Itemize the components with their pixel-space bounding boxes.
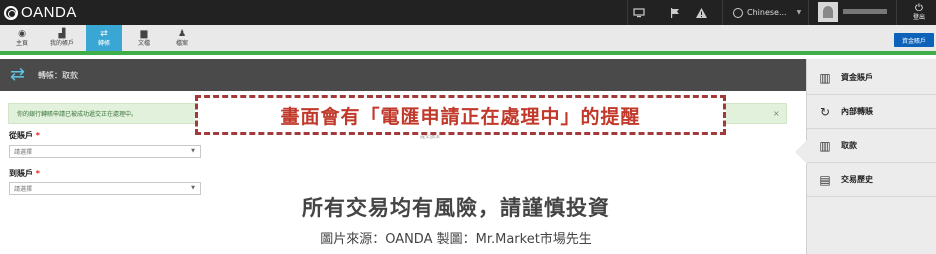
- annotation-callout: 畫面會有「電匯申請正在處理中」的提醒: [195, 95, 726, 135]
- nav-item-home[interactable]: ◉ 主頁: [4, 25, 40, 51]
- withdraw-icon: ▥: [819, 138, 831, 153]
- globe-icon: [733, 7, 743, 18]
- select-placeholder: 請選擇: [14, 186, 33, 193]
- sidebar-item-internal-transfer[interactable]: ↻ 內部轉賬: [807, 95, 936, 129]
- bar-chart-icon: ▟: [58, 28, 66, 39]
- document-icon: ▆: [140, 28, 148, 39]
- chevron-down-icon: ▼: [191, 148, 195, 154]
- label-text: 從賬戶: [9, 131, 33, 140]
- sidebar-item-label: 資金賬戶: [841, 73, 873, 82]
- fund-account-button[interactable]: 資金賬戶: [894, 33, 934, 47]
- caption-main: 所有交易均有風險，請謹慎投資: [302, 196, 610, 220]
- divider: [808, 0, 809, 25]
- logo-text: OANDA: [21, 4, 77, 21]
- nav-label: 我的帳戶: [49, 39, 74, 47]
- chevron-down-icon: ▼: [796, 9, 802, 16]
- nav-item-documents[interactable]: ▆ 文檔: [126, 25, 162, 51]
- flag-icon[interactable]: [666, 0, 684, 25]
- transfer-icon: ⇄: [10, 64, 26, 85]
- nav-label: 轉帳: [97, 39, 110, 47]
- top-bar: OANDA Chinese... ▼ ⏻ 登出: [0, 0, 936, 25]
- nav-item-profile[interactable]: ♟ 檔案: [164, 25, 200, 51]
- required-mark: *: [35, 131, 40, 140]
- history-icon: ▤: [819, 172, 831, 187]
- close-icon[interactable]: ×: [773, 103, 780, 124]
- sidebar-item-label: 內部轉賬: [841, 107, 873, 116]
- callout-text: 畫面會有「電匯申請正在處理中」的提醒: [280, 105, 641, 128]
- to-account-label: 到賬戶 *: [9, 168, 40, 179]
- required-mark: *: [35, 169, 40, 178]
- active-indicator: [795, 140, 807, 164]
- profile-icon: ♟: [177, 28, 187, 39]
- from-account-label: 從賬戶 *: [9, 130, 40, 141]
- sidebar-item-label: 取款: [841, 141, 857, 150]
- alert-message: 你的銀行轉賬申請已被成功遞交正在處理中。: [17, 111, 138, 118]
- sidebar: ▥ 資金賬戶 ↻ 內部轉賬 ▥ 取款 ▤ 交易歷史: [806, 59, 936, 254]
- logout-label: 登出: [912, 14, 925, 21]
- page-title-bar: ⇄ 轉帳：取款: [0, 59, 806, 91]
- language-selector[interactable]: Chinese... ▼: [733, 0, 801, 25]
- label-text: 到賬戶: [9, 169, 33, 178]
- sidebar-item-label: 交易歷史: [841, 175, 873, 184]
- to-account-select[interactable]: 請選擇 ▼: [9, 182, 201, 195]
- logout-button[interactable]: ⏻ 登出: [905, 0, 933, 25]
- swap-icon: ↻: [819, 104, 831, 119]
- deposit-icon: ▥: [819, 70, 831, 85]
- page-title: 轉帳：取款: [38, 70, 78, 80]
- divider: [722, 0, 723, 25]
- nav-item-my-accounts[interactable]: ▟ 我的帳戶: [44, 25, 80, 51]
- warning-icon[interactable]: [692, 0, 710, 25]
- caption-source: 圖片來源：OANDA 製圖：Mr.Market市場先生: [320, 232, 592, 247]
- chevron-down-icon: ▼: [191, 185, 195, 191]
- logo-ring-icon: [4, 5, 18, 20]
- avatar[interactable]: [818, 2, 838, 22]
- dashboard-icon: ◉: [18, 28, 26, 39]
- oanda-logo[interactable]: OANDA: [4, 2, 77, 23]
- transfer-icon: ⇄: [100, 28, 108, 39]
- language-label: Chinese...: [747, 8, 787, 17]
- from-account-select[interactable]: 請選擇 ▼: [9, 145, 201, 158]
- divider: [627, 0, 628, 25]
- sidebar-item-withdraw[interactable]: ▥ 取款: [807, 129, 936, 163]
- main-nav: ◉ 主頁 ▟ 我的帳戶 ⇄ 轉帳 ▆ 文檔 ♟ 檔案: [0, 25, 936, 55]
- sidebar-item-fund-account[interactable]: ▥ 資金賬戶: [807, 61, 936, 95]
- monitor-icon[interactable]: [630, 0, 648, 25]
- nav-item-transfer[interactable]: ⇄ 轉帳: [86, 25, 122, 51]
- nav-label: 主頁: [15, 39, 28, 47]
- power-icon: ⏻: [915, 3, 923, 14]
- nav-label: 檔案: [175, 39, 188, 47]
- divider: [896, 0, 897, 25]
- nav-label: 文檔: [137, 39, 150, 47]
- select-placeholder: 請選擇: [14, 149, 33, 156]
- username-redacted[interactable]: [843, 9, 887, 14]
- sidebar-item-history[interactable]: ▤ 交易歷史: [807, 163, 936, 197]
